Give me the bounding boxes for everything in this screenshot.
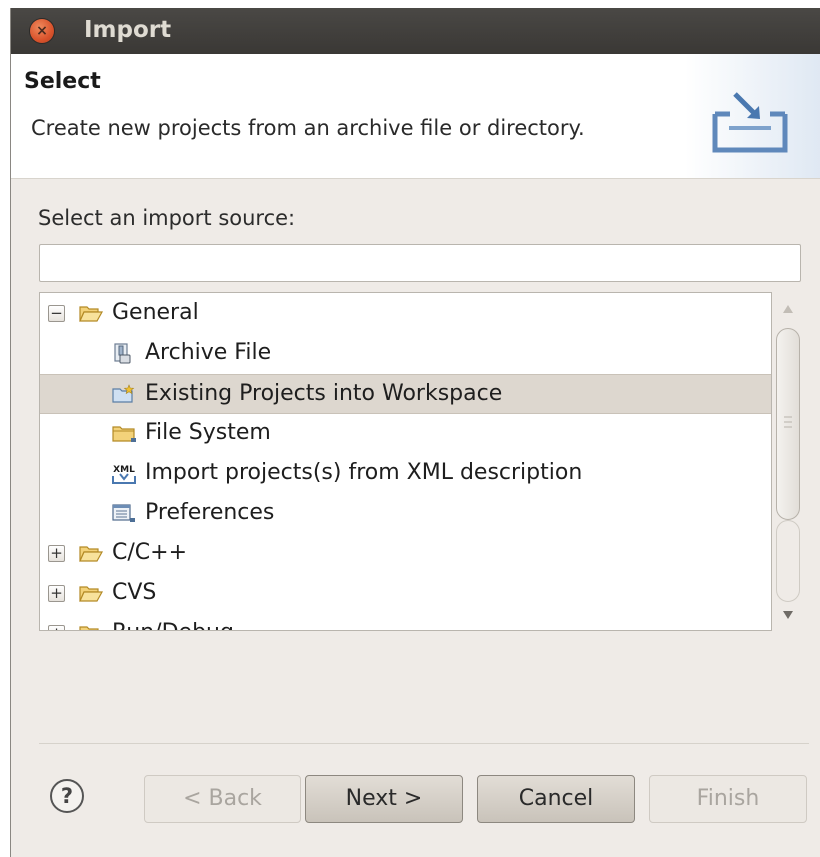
window-title: Import <box>84 17 172 43</box>
help-button[interactable]: ? <box>50 779 84 813</box>
expand-toggle[interactable]: + <box>48 625 65 630</box>
cancel-button[interactable]: Cancel <box>477 775 635 823</box>
close-icon: × <box>36 23 48 39</box>
page-title: Select <box>24 69 101 94</box>
tree-item-label: CVS <box>112 580 157 605</box>
button-bar-separator <box>39 743 809 744</box>
tree-item-label: General <box>112 300 199 325</box>
scroll-thumb[interactable] <box>776 328 800 520</box>
tree-item-import-xml[interactable]: XML Import projects(s) from XML descript… <box>40 454 771 494</box>
folder-open-icon <box>79 306 104 322</box>
archive-file-icon <box>114 343 131 364</box>
close-button[interactable]: × <box>30 19 54 43</box>
tree-item-file-system[interactable]: File System <box>40 414 771 454</box>
scroll-up-arrow-icon[interactable] <box>782 304 794 314</box>
grip-icon <box>784 416 792 428</box>
tree-item-label: C/C++ <box>112 540 188 565</box>
expand-toggle[interactable]: + <box>48 585 65 602</box>
collapse-toggle[interactable]: − <box>48 305 65 322</box>
finish-button[interactable]: Finish <box>649 775 807 823</box>
tree-item-cvs[interactable]: + CVS <box>40 574 771 614</box>
scroll-track[interactable] <box>776 520 800 602</box>
import-wizard-banner-icon <box>685 54 820 178</box>
tree-item-label: File System <box>145 420 271 445</box>
title-bar[interactable]: × Import <box>11 8 820 54</box>
preferences-icon <box>112 504 135 522</box>
folder-closed-icon <box>79 546 104 562</box>
import-source-tree[interactable]: − General Archive File Existing Projects… <box>39 292 772 631</box>
tree-item-run-debug[interactable]: + Run/Debug <box>40 614 771 630</box>
tree-item-archive-file[interactable]: Archive File <box>40 334 771 374</box>
tree-item-label: Archive File <box>145 340 272 365</box>
import-dialog: × Import Select Create new projects from… <box>10 8 820 857</box>
folder-closed-icon <box>79 586 104 602</box>
filter-input[interactable] <box>39 244 801 282</box>
folder-icon <box>112 426 136 442</box>
tree-item-label: Import projects(s) from XML description <box>145 460 583 485</box>
tree-item-general[interactable]: − General <box>40 294 771 334</box>
tree-item-existing-projects[interactable]: Existing Projects into Workspace <box>40 374 771 414</box>
tree-item-label: Preferences <box>145 500 275 525</box>
page-description: Create new projects from an archive file… <box>31 116 585 140</box>
back-button[interactable]: < Back <box>144 775 301 823</box>
folder-closed-icon <box>79 626 99 630</box>
import-source-label: Select an import source: <box>38 206 296 230</box>
tree-item-preferences[interactable]: Preferences <box>40 494 771 534</box>
tree-scrollbar[interactable] <box>773 292 803 631</box>
expand-toggle[interactable]: + <box>48 545 65 562</box>
next-button[interactable]: Next > <box>305 775 463 823</box>
scroll-down-arrow-icon[interactable] <box>782 610 794 620</box>
svg-text:XML: XML <box>113 465 135 475</box>
tree-item-label: Existing Projects into Workspace <box>145 381 503 406</box>
tree-item-cpp[interactable]: + C/C++ <box>40 534 771 574</box>
xml-icon: XML <box>112 465 136 484</box>
existing-projects-icon <box>112 384 135 403</box>
tree-item-label: Run/Debug <box>112 620 234 630</box>
